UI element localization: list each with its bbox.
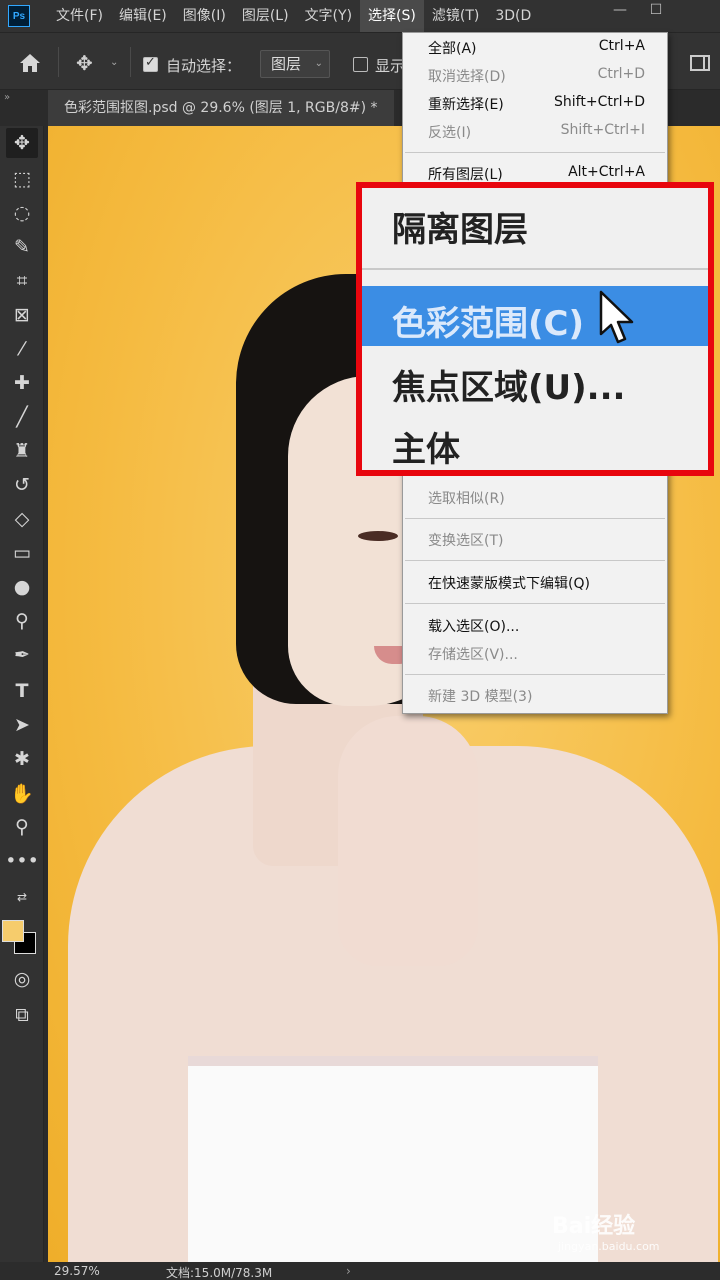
photoshop-logo: Ps: [8, 5, 30, 27]
maximize-button[interactable]: ☐: [636, 0, 676, 22]
watermark-brand: Bai经验: [552, 1214, 636, 1239]
frame-tool-icon[interactable]: ⊠: [6, 300, 38, 330]
menu-file[interactable]: 文件(F): [48, 0, 111, 32]
healing-brush-tool-icon[interactable]: ✚: [6, 368, 38, 398]
status-expand-icon[interactable]: ›: [346, 1264, 351, 1278]
show-transform-checkbox[interactable]: [353, 57, 368, 72]
auto-select-value: 图层: [271, 55, 302, 73]
chevron-down-icon[interactable]: ⌄: [110, 57, 118, 68]
menu-item-select-all[interactable]: 全部(A) Ctrl+A: [403, 35, 667, 61]
document-tab[interactable]: 色彩范围抠图.psd @ 29.6% (图层 1, RGB/8#) *: [48, 90, 394, 126]
menu-item-save-selection[interactable]: 存储选区(V)...: [403, 641, 667, 667]
panel-collapse-icon[interactable]: »: [0, 90, 48, 126]
menu-item-similar[interactable]: 选取相似(R): [403, 485, 667, 511]
more-tools-icon[interactable]: •••: [5, 846, 39, 876]
clone-stamp-tool-icon[interactable]: ♜: [6, 436, 38, 466]
watermark-url: jingyan.baidu.com: [558, 1240, 660, 1253]
path-selection-tool-icon[interactable]: ➤: [6, 710, 38, 740]
menu-item-deselect[interactable]: 取消选择(D) Ctrl+D: [403, 63, 667, 89]
menu-3d[interactable]: 3D(D: [487, 0, 539, 32]
lasso-tool-icon[interactable]: ◌: [6, 198, 38, 228]
show-transform-label: 显示: [375, 57, 406, 75]
document-size-info: 文档:15.0M/78.3M: [166, 1266, 273, 1280]
menu-divider: [405, 603, 665, 604]
menu-filter[interactable]: 滤镜(T): [424, 0, 487, 32]
menu-divider: [405, 518, 665, 519]
minimize-button[interactable]: —: [600, 0, 640, 22]
menu-item-color-range[interactable]: 色彩范围(C): [362, 286, 708, 346]
gradient-tool-icon[interactable]: ▭: [6, 538, 38, 568]
baidu-watermark: Bai经验 jingyan.baidu.com: [552, 1208, 660, 1253]
menu-item-reselect[interactable]: 重新选择(E) Shift+Ctrl+D: [403, 91, 667, 117]
menu-divider: [405, 674, 665, 675]
menu-select[interactable]: 选择(S): [360, 0, 424, 32]
type-tool-icon[interactable]: T: [6, 676, 38, 706]
hand-tool-icon[interactable]: ✋: [6, 778, 38, 808]
menu-item-transform-selection[interactable]: 变换选区(T): [403, 527, 667, 553]
move-tool-icon[interactable]: ✥: [76, 51, 93, 75]
menu-item-load-selection[interactable]: 载入选区(O)...: [403, 613, 667, 639]
status-bar: 29.57% 文档:15.0M/78.3M ›: [0, 1262, 720, 1280]
zoom-level[interactable]: 29.57%: [54, 1264, 100, 1278]
menu-divider: [405, 152, 665, 153]
menu-layer[interactable]: 图层(L): [234, 0, 297, 32]
history-brush-tool-icon[interactable]: ↺: [6, 470, 38, 500]
quick-mask-icon[interactable]: ◎: [6, 964, 38, 994]
menu-item-inverse[interactable]: 反选(I) Shift+Ctrl+I: [403, 119, 667, 145]
mouse-cursor-icon: [599, 290, 634, 344]
zoom-tool-icon[interactable]: ⚲: [6, 812, 38, 842]
crop-tool-icon[interactable]: ⌗: [6, 266, 38, 296]
photo-subject-eye: [358, 531, 398, 541]
photo-subject-dress: [188, 1056, 598, 1262]
menu-edit[interactable]: 编辑(E): [111, 0, 175, 32]
chevron-down-icon: ⌄: [314, 58, 323, 69]
brush-tool-icon[interactable]: ╱: [6, 402, 38, 432]
dodge-tool-icon[interactable]: ⚲: [6, 606, 38, 636]
foreground-color-swatch[interactable]: [2, 920, 24, 942]
panels-icon[interactable]: [690, 55, 710, 71]
menu-image[interactable]: 图像(I): [175, 0, 234, 32]
auto-select-label: 自动选择：: [166, 57, 242, 75]
menu-divider: [405, 560, 665, 561]
menu-type[interactable]: 文字(Y): [297, 0, 360, 32]
options-separator: [130, 47, 131, 77]
auto-select-checkbox[interactable]: [143, 55, 158, 72]
pen-tool-icon[interactable]: ✒: [6, 640, 38, 670]
blur-tool-icon[interactable]: ●: [6, 572, 38, 602]
options-separator: [58, 47, 59, 77]
quick-selection-tool-icon[interactable]: ✎: [6, 232, 38, 262]
screen-mode-icon[interactable]: ⧉: [6, 1000, 38, 1030]
marquee-tool-icon[interactable]: ⬚: [6, 164, 38, 194]
tools-panel: ✥ ⬚ ◌ ✎ ⌗ ⊠ ⁄ ✚ ╱ ♜ ↺ ◇ ▭ ● ⚲ ✒ T ➤ ✱ ✋ …: [0, 126, 44, 1266]
menu-item-quick-mask[interactable]: 在快速蒙版模式下编辑(Q): [403, 570, 667, 596]
menu-item-isolate-layers[interactable]: 隔离图层: [362, 192, 708, 252]
eraser-tool-icon[interactable]: ◇: [6, 504, 38, 534]
menu-item-new-3d-model[interactable]: 新建 3D 模型(3): [403, 683, 667, 709]
custom-shape-tool-icon[interactable]: ✱: [6, 744, 38, 774]
home-icon[interactable]: [18, 52, 42, 74]
menu-item-focus-area[interactable]: 焦点区域(U)...: [362, 350, 708, 410]
zoomed-menu-callout: 隔离图层 色彩范围(C) 焦点区域(U)... 主体: [356, 182, 714, 476]
eyedropper-tool-icon[interactable]: ⁄: [6, 334, 38, 364]
swap-colors-icon[interactable]: ⇄: [6, 882, 38, 912]
menu-item-subject[interactable]: 主体: [362, 412, 708, 472]
menu-divider: [362, 268, 708, 270]
auto-select-dropdown[interactable]: 图层 ⌄: [260, 50, 330, 78]
photo-subject-hand: [338, 716, 478, 966]
move-tool-icon[interactable]: ✥: [6, 128, 38, 158]
